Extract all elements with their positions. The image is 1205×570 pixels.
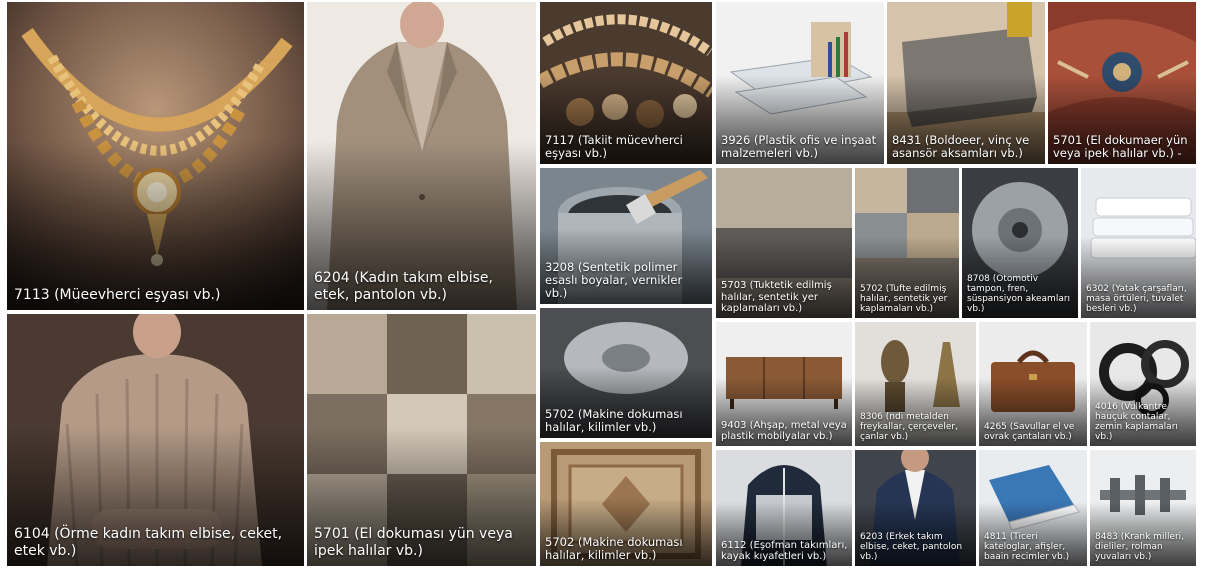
photo-tile-8708-automotive-parts[interactable]: 8708 (Otomotiv tampon, fren, süspansiyon… bbox=[962, 168, 1078, 318]
tile-caption: 8431 (Boldoeer, vinç ve asansör aksamlar… bbox=[892, 133, 1030, 161]
tile-caption: 6112 (Eşofman takımları, kayak kıyafetle… bbox=[721, 539, 848, 562]
tile-caption: 5701 (El dokumaer yün veya ipek halılar … bbox=[1053, 133, 1188, 161]
photo-tile-5701-handmade-carpet[interactable]: 5701 (El dokumaer yün veya ipek halılar … bbox=[1048, 2, 1196, 164]
photo-tile-4202-handbags[interactable]: 4265 (Savullar el ve ovrak çantaları vb.… bbox=[979, 322, 1087, 446]
tile-caption: 6204 (Kadın takım elbise, etek, pantolon… bbox=[314, 270, 493, 304]
tile-caption: 6203 (Erkek takım elbise, ceket, pantolo… bbox=[860, 531, 963, 562]
photo-tile-4911-printed-catalogs[interactable]: 4811 (Ticeri kateloglar, afişler, baain … bbox=[979, 450, 1087, 566]
photo-tile-6112-tracksuits[interactable]: 6112 (Eşofman takımları, kayak kıyafetle… bbox=[716, 450, 852, 566]
photo-tile-3926-plastic-office[interactable]: 3926 (Plastik ofis ve inşaat malzemeleri… bbox=[716, 2, 884, 164]
tile-caption: 4811 (Ticeri kateloglar, afişler, baain … bbox=[984, 531, 1070, 562]
tile-caption: 3208 (Sentetik polimer esaslı boyalar, v… bbox=[545, 260, 683, 301]
tile-caption: 4016 (Vulkantre hauçuk contalar, zemin k… bbox=[1095, 401, 1178, 442]
photo-tile-5701-handwoven-rug[interactable]: 5701 (El dokuması yün veya ipek halılar … bbox=[307, 314, 536, 566]
photo-tile-5702-tufted-rug[interactable]: 5702 (Tufte edilmiş halılar, sentetik ye… bbox=[855, 168, 959, 318]
tile-caption: 8306 (ndi metalden freykallar, çerçevele… bbox=[860, 411, 958, 442]
tile-caption: 8483 (Krank milleri, dieliler, rolman yu… bbox=[1095, 531, 1185, 562]
tile-caption: 7113 (Müeevherci eşyası vb.) bbox=[14, 287, 221, 304]
photo-tile-5702-kilim[interactable]: 5702 (Makine dokuması halılar, kilimler … bbox=[540, 442, 712, 566]
photo-tile-6204-womens-suit[interactable]: 6204 (Kadın takım elbise, etek, pantolon… bbox=[307, 2, 536, 310]
photo-tile-3208-paints[interactable]: 3208 (Sentetik polimer esaslı boyalar, v… bbox=[540, 168, 712, 304]
photo-tile-8431-bulldozer-parts[interactable]: 8431 (Boldoeer, vinç ve asansör aksamlar… bbox=[887, 2, 1045, 164]
tile-caption: 5702 (Tufte edilmiş halılar, sentetik ye… bbox=[860, 283, 948, 314]
photo-tile-6302-bed-linen[interactable]: 6302 (Yatak çarşafları, masa örtüleri, t… bbox=[1081, 168, 1196, 318]
photo-tile-6203-mens-suit[interactable]: 6203 (Erkek takım elbise, ceket, pantolo… bbox=[855, 450, 976, 566]
tile-caption: 5702 (Makine dokuması halılar, kilimler … bbox=[545, 407, 683, 435]
photo-tile-5703-tufted-carpet[interactable]: 5703 (Tuktetik edilmiş halılar, sentetik… bbox=[716, 168, 852, 318]
tile-caption: 6302 (Yatak çarşafları, masa örtüleri, t… bbox=[1086, 283, 1187, 314]
photo-tile-9403-furniture[interactable]: 9403 (Ahşap, metal veya plastik mobilyal… bbox=[716, 322, 852, 446]
photo-tile-8306-metal-statuettes[interactable]: 8306 (ndi metalden freykallar, çerçevele… bbox=[855, 322, 976, 446]
tile-caption: 9403 (Ahşap, metal veya plastik mobilyal… bbox=[721, 419, 847, 442]
photo-tile-7117-imitation-jewelry[interactable]: 7117 (Takiit mücevherci eşyası vb.) bbox=[540, 2, 712, 164]
tile-caption: 3926 (Plastik ofis ve inşaat malzemeleri… bbox=[721, 133, 877, 161]
photo-tile-5702-machine-woven-rug[interactable]: 5702 (Makine dokuması halılar, kilimler … bbox=[540, 308, 712, 438]
tile-caption: 5701 (El dokuması yün veya ipek halılar … bbox=[314, 526, 513, 560]
photo-tile-7113-jewelry[interactable]: 7113 (Müeevherci eşyası vb.) bbox=[7, 2, 304, 310]
tile-caption: 7117 (Takiit mücevherci eşyası vb.) bbox=[545, 133, 683, 161]
tile-caption: 8708 (Otomotiv tampon, fren, süspansiyon… bbox=[967, 273, 1071, 314]
photo-tile-4016-rubber-seals[interactable]: 4016 (Vulkantre hauçuk contalar, zemin k… bbox=[1090, 322, 1196, 446]
tile-caption: 4265 (Savullar el ve ovrak çantaları vb.… bbox=[984, 421, 1075, 442]
tile-caption: 5702 (Makine dokuması halılar, kilimler … bbox=[545, 535, 683, 563]
tile-caption: 5703 (Tuktetik edilmiş halılar, sentetik… bbox=[721, 280, 832, 314]
photo-tile-6104-knit-suit[interactable]: 6104 (Örme kadın takım elbise, ceket, et… bbox=[7, 314, 304, 566]
tile-caption: 6104 (Örme kadın takım elbise, ceket, et… bbox=[14, 526, 283, 560]
photo-tile-8483-crankshafts[interactable]: 8483 (Krank milleri, dieliler, rolman yu… bbox=[1090, 450, 1196, 566]
